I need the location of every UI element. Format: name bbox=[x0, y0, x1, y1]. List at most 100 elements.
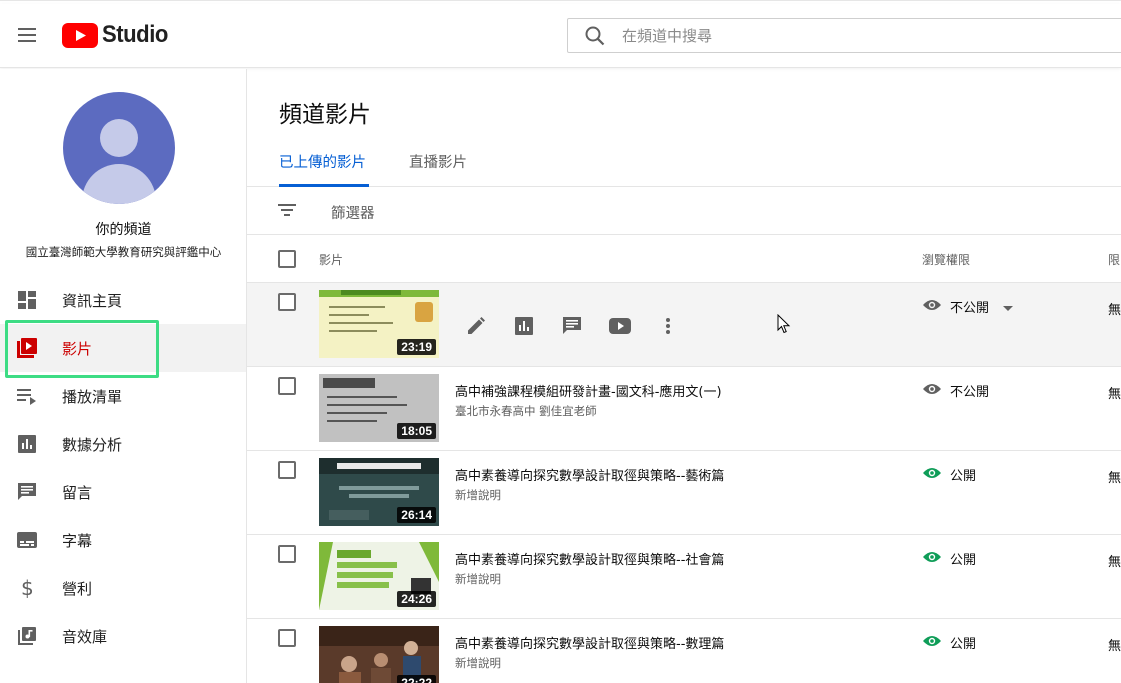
search-input[interactable] bbox=[622, 19, 1102, 52]
video-duration: 24:26 bbox=[397, 591, 436, 607]
svg-text:$: $ bbox=[21, 577, 34, 599]
video-duration: 23:19 bbox=[397, 339, 436, 355]
column-header-restrictions[interactable]: 限 bbox=[1108, 251, 1120, 268]
video-description[interactable]: 新增說明 bbox=[455, 487, 501, 503]
tab-live[interactable]: 直播影片 bbox=[409, 151, 479, 187]
row-checkbox[interactable] bbox=[278, 377, 296, 395]
select-all-checkbox[interactable] bbox=[278, 250, 296, 268]
sidebar-item-label: 數據分析 bbox=[62, 436, 123, 454]
table-header: 影片 瀏覽權限 限 bbox=[247, 235, 1121, 283]
table-row[interactable]: 18:05 高中補強課程模組研發計畫-國文科-應用文(一) 臺北市永春高中 劉佳… bbox=[247, 367, 1121, 451]
eye-icon bbox=[922, 297, 942, 316]
filter-bar: 篩選器 bbox=[247, 187, 1121, 235]
video-duration: 18:05 bbox=[397, 423, 436, 439]
eye-icon bbox=[922, 549, 942, 568]
restriction-value: 無 bbox=[1108, 555, 1121, 570]
video-title[interactable]: 高中素養導向探究數學設計取徑與策略--藝術篇 bbox=[455, 465, 724, 484]
main-content: 頻道影片 已上傳的影片 直播影片 篩選器 影片 瀏覽權限 限 23:19 不公開… bbox=[247, 69, 1121, 683]
eye-icon bbox=[922, 465, 942, 484]
table-row[interactable]: 22:22 高中素養導向探究數學設計取徑與策略--數理篇 新增說明 公開 無 bbox=[247, 619, 1121, 683]
analytics-icon[interactable] bbox=[512, 314, 536, 338]
row-checkbox[interactable] bbox=[278, 629, 296, 647]
tab-uploads[interactable]: 已上傳的影片 bbox=[279, 151, 369, 187]
analytics-icon bbox=[16, 433, 38, 455]
youtube-play-logo-icon bbox=[62, 22, 98, 48]
youtube-studio-logo[interactable]: Studio bbox=[62, 20, 174, 50]
video-thumbnail[interactable]: 23:19 bbox=[319, 290, 439, 358]
table-row[interactable]: 23:19 不公開 無 bbox=[247, 283, 1121, 367]
sidebar-item-label: 營利 bbox=[62, 580, 93, 598]
playlist-icon bbox=[16, 385, 38, 407]
row-checkbox[interactable] bbox=[278, 293, 296, 311]
sidebar-item-analytics[interactable]: 數據分析 bbox=[0, 420, 246, 468]
highlight-box bbox=[5, 320, 159, 378]
comments-icon bbox=[16, 481, 38, 503]
sidebar-item-playlists[interactable]: 播放清單 bbox=[0, 372, 246, 420]
filter-icon[interactable] bbox=[277, 202, 297, 222]
restriction-value: 無 bbox=[1108, 639, 1121, 654]
caret-down-icon[interactable] bbox=[1003, 297, 1014, 316]
sidebar-item-label: 資訊主頁 bbox=[62, 292, 123, 310]
sidebar-item-label: 音效庫 bbox=[62, 628, 108, 646]
video-description[interactable]: 新增說明 bbox=[455, 571, 501, 587]
search-box[interactable] bbox=[567, 18, 1121, 53]
tab-bar: 已上傳的影片 直播影片 bbox=[247, 151, 1121, 187]
visibility-dropdown[interactable]: 不公開 bbox=[922, 295, 1014, 317]
channel-name: 你的頻道 bbox=[95, 222, 152, 238]
dashboard-icon bbox=[16, 289, 38, 311]
sidebar-item-audio-library[interactable]: 音效庫 bbox=[0, 612, 246, 660]
audio-library-icon bbox=[16, 625, 38, 647]
subtitles-icon bbox=[16, 529, 38, 551]
mouse-cursor-icon bbox=[777, 313, 791, 338]
more-options-icon[interactable] bbox=[656, 314, 680, 338]
restriction-value: 無 bbox=[1108, 387, 1121, 402]
restriction-value: 無 bbox=[1108, 303, 1121, 318]
sidebar-item-label: 字幕 bbox=[62, 532, 93, 550]
visibility-label: 不公開 bbox=[950, 300, 990, 316]
comments-icon[interactable] bbox=[560, 314, 584, 338]
video-thumbnail[interactable]: 18:05 bbox=[319, 374, 439, 442]
table-row[interactable]: 26:14 高中素養導向探究數學設計取徑與策略--藝術篇 新增說明 公開 無 bbox=[247, 451, 1121, 535]
filter-label[interactable]: 篩選器 bbox=[331, 202, 375, 223]
video-table: 23:19 不公開 無 18:05 高中補強課程模組研發計畫-國文科-應用文(一… bbox=[247, 283, 1121, 683]
video-thumbnail[interactable]: 24:26 bbox=[319, 542, 439, 610]
visibility-status[interactable]: 公開 bbox=[922, 631, 976, 653]
sidebar-item-monetization[interactable]: $ 營利 bbox=[0, 564, 246, 612]
channel-subtitle: 國立臺灣師範大學教育研究與評鑑中心 bbox=[25, 245, 222, 259]
logo-text: Studio bbox=[102, 21, 168, 48]
column-header-visibility[interactable]: 瀏覽權限 bbox=[922, 251, 970, 268]
video-description[interactable]: 新增說明 bbox=[455, 655, 501, 671]
video-title[interactable]: 高中素養導向探究數學設計取徑與策略--社會篇 bbox=[455, 549, 724, 568]
video-thumbnail[interactable]: 26:14 bbox=[319, 458, 439, 526]
visibility-status[interactable]: 公開 bbox=[922, 547, 976, 569]
visibility-status[interactable]: 公開 bbox=[922, 463, 976, 485]
search-icon[interactable] bbox=[584, 25, 606, 51]
sidebar-item-label: 留言 bbox=[62, 484, 93, 502]
sidebar-item-dashboard[interactable]: 資訊主頁 bbox=[0, 276, 246, 324]
video-duration: 22:22 bbox=[397, 675, 436, 683]
page-title: 頻道影片 bbox=[279, 102, 371, 128]
eye-icon bbox=[922, 633, 942, 652]
visibility-label: 公開 bbox=[950, 636, 977, 652]
video-title[interactable]: 高中素養導向探究數學設計取徑與策略--數理篇 bbox=[455, 633, 724, 652]
eye-icon bbox=[922, 381, 942, 400]
sidebar-item-comments[interactable]: 留言 bbox=[0, 468, 246, 516]
video-thumbnail[interactable]: 22:22 bbox=[319, 626, 439, 683]
visibility-label: 公開 bbox=[950, 552, 977, 568]
top-bar: Studio bbox=[0, 4, 1121, 68]
youtube-view-icon[interactable] bbox=[608, 314, 632, 338]
dollar-icon: $ bbox=[16, 577, 38, 599]
visibility-status[interactable]: 不公開 bbox=[922, 379, 989, 401]
row-checkbox[interactable] bbox=[278, 461, 296, 479]
video-title[interactable]: 高中補強課程模組研發計畫-國文科-應用文(一) bbox=[455, 381, 722, 400]
visibility-label: 公開 bbox=[950, 468, 977, 484]
row-checkbox[interactable] bbox=[278, 545, 296, 563]
video-description: 臺北市永春高中 劉佳宜老師 bbox=[455, 404, 597, 418]
restriction-value: 無 bbox=[1108, 471, 1121, 486]
visibility-label: 不公開 bbox=[950, 384, 990, 400]
edit-pencil-icon[interactable] bbox=[464, 314, 488, 338]
sidebar-item-subtitles[interactable]: 字幕 bbox=[0, 516, 246, 564]
table-row[interactable]: 24:26 高中素養導向探究數學設計取徑與策略--社會篇 新增說明 公開 無 bbox=[247, 535, 1121, 619]
hamburger-menu-icon[interactable] bbox=[14, 22, 40, 48]
channel-avatar[interactable] bbox=[63, 92, 175, 204]
